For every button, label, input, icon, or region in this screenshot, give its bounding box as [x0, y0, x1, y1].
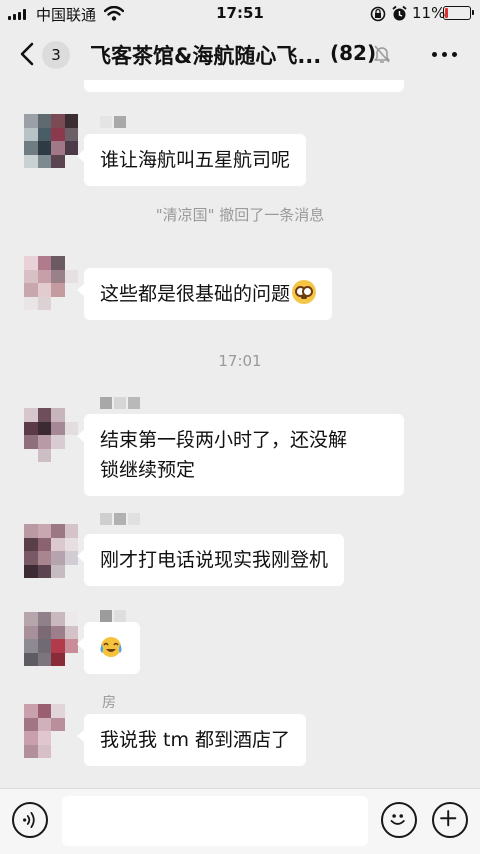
voice-icon[interactable] — [12, 802, 48, 838]
message-bubble[interactable]: 这些都是很基础的问题 — [76, 268, 333, 320]
chat-title[interactable]: 飞客茶馆&海航随心飞... — [90, 40, 321, 70]
chat-header: 3 飞客茶馆&海航随心飞... (82) — [0, 28, 480, 80]
message-timestamp: 17:01 — [218, 352, 262, 370]
message-bubble[interactable]: 我说我 tm 都到酒店了 — [76, 714, 307, 766]
avatar[interactable] — [24, 704, 78, 758]
message-text: 谁让海航叫五星航司呢 — [100, 149, 291, 171]
battery-percent: 11% — [412, 4, 446, 22]
status-time: 17:51 — [216, 4, 264, 22]
crying-laughing-face-emoji — [98, 634, 124, 660]
mute-bell-icon — [373, 44, 391, 64]
status-bar: 中国联通 17:51 11% — [0, 0, 480, 28]
sender-name-pixelated — [100, 116, 126, 130]
sender-name-pixelated — [100, 513, 140, 527]
message-input-bar — [0, 788, 480, 854]
message-text-line: 结束第一段两小时了，还没解 — [100, 429, 348, 451]
message-bubble[interactable] — [77, 622, 140, 674]
message-bubble[interactable]: 结束第一段两小时了，还没解 锁继续预定 — [77, 414, 404, 496]
more-options-icon[interactable] — [432, 52, 457, 57]
sender-name-partial: 房 — [102, 695, 116, 711]
avatar[interactable] — [24, 114, 78, 168]
avatar[interactable] — [24, 256, 78, 310]
partial-message-bubble — [84, 80, 404, 92]
rotation-lock-icon — [370, 6, 386, 26]
alarm-icon — [391, 5, 408, 26]
recalled-message-notice: "清凉国" 撤回了一条消息 — [155, 206, 325, 224]
flushed-face-emoji — [292, 280, 317, 304]
plus-icon[interactable] — [432, 802, 468, 838]
message-bubble[interactable]: 刚才打电话说现实我刚登机 — [76, 534, 345, 586]
unread-count-badge[interactable]: 3 — [42, 41, 70, 69]
sender-name-pixelated — [100, 397, 140, 411]
message-list[interactable]: 谁让海航叫五星航司呢 "清凉国" 撤回了一条消息 这些都是很基础的问题 17:0… — [0, 80, 480, 788]
message-bubble[interactable]: 谁让海航叫五星航司呢 — [76, 134, 307, 186]
member-count: (82) — [330, 41, 377, 65]
message-text: 刚才打电话说现实我刚登机 — [100, 549, 329, 571]
back-arrow-icon[interactable] — [18, 42, 38, 66]
avatar[interactable] — [24, 408, 78, 462]
avatar[interactable] — [24, 524, 78, 578]
message-text-line: 锁继续预定 — [100, 459, 196, 481]
message-text: 这些都是很基础的问题 — [100, 283, 291, 305]
smiley-icon[interactable] — [381, 802, 417, 838]
message-text: 我说我 tm 都到酒店了 — [100, 729, 291, 751]
avatar[interactable] — [24, 612, 78, 666]
message-input[interactable] — [62, 796, 368, 846]
battery-icon — [443, 6, 474, 20]
